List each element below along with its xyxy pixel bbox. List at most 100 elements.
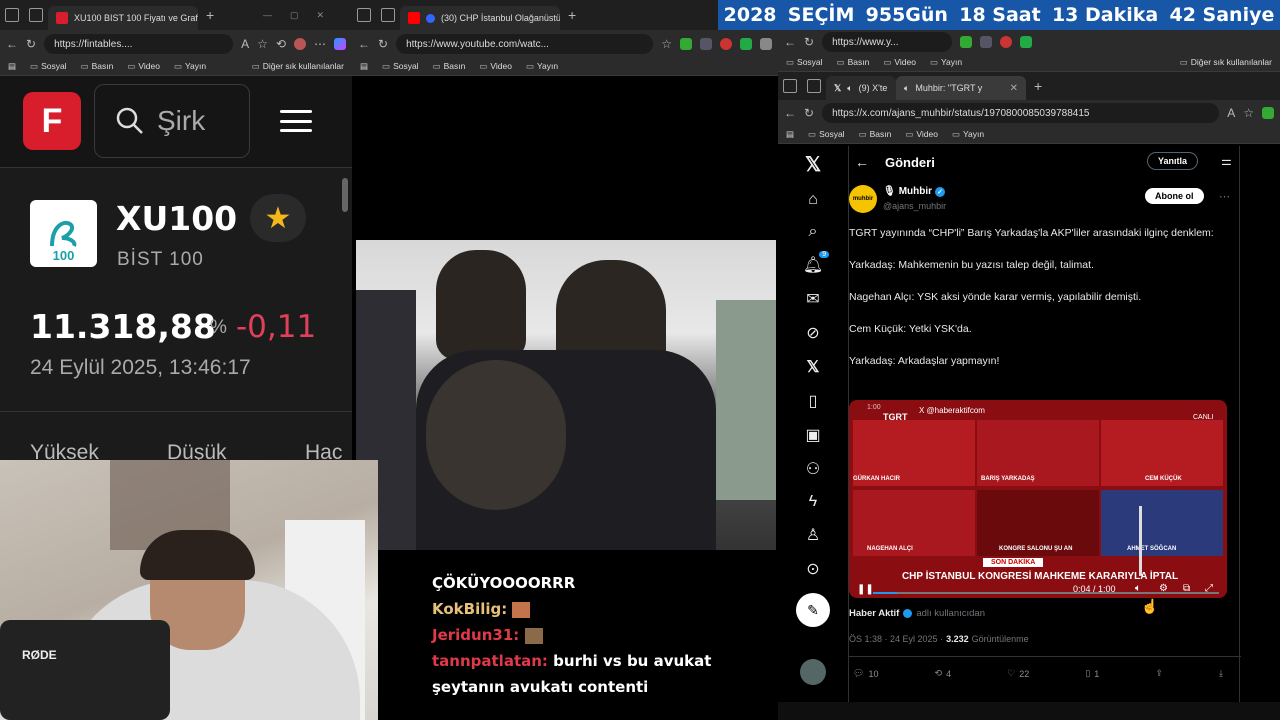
favorite-star-icon[interactable]: ☆: [257, 37, 268, 51]
notifications-bell-icon[interactable]: 🔔︎ 9: [803, 251, 830, 275]
favorite-star-icon[interactable]: ☆: [661, 37, 672, 51]
like-action[interactable]: ♡ 22: [1007, 668, 1029, 679]
pip-icon[interactable]: ⧉: [1183, 583, 1190, 594]
url-field[interactable]: https://fintables....: [44, 34, 234, 54]
bookmark-video[interactable]: Video: [479, 61, 512, 72]
tweet-timestamp[interactable]: ÖS 1:38 · 24 Eyl 2025 ·: [849, 634, 943, 644]
reply-action[interactable]: 💬︎ 10: [853, 668, 878, 679]
extensions-icon[interactable]: ⟲: [276, 37, 286, 51]
video-source[interactable]: Haber Aktif adlı kullanıcıdan: [849, 608, 985, 619]
pause-icon[interactable]: ❚❚: [857, 584, 874, 595]
new-tab-icon[interactable]: +: [206, 7, 214, 23]
search-box[interactable]: Şirk: [94, 84, 250, 158]
extension-icon[interactable]: [1262, 107, 1274, 119]
new-tab-icon[interactable]: +: [568, 7, 576, 23]
favorite-star-icon[interactable]: ★: [250, 194, 306, 242]
bookmark-sosyal[interactable]: Sosyal: [808, 129, 845, 140]
new-tab-icon[interactable]: +: [1034, 78, 1042, 94]
tab-actions-icon[interactable]: [807, 79, 821, 93]
bookmark-video[interactable]: Video: [127, 61, 160, 72]
settings-sliders-icon[interactable]: ⚌: [1221, 154, 1232, 168]
back-icon[interactable]: ←: [6, 37, 18, 51]
back-icon[interactable]: ←: [784, 35, 796, 49]
bookmark-yayin[interactable]: Yayın: [952, 129, 984, 140]
favorite-star-icon[interactable]: ☆: [1243, 106, 1254, 120]
volume-icon[interactable]: 🔈︎: [1135, 583, 1141, 594]
extension-icon-2[interactable]: [700, 38, 712, 50]
bookmark-basin[interactable]: Basın: [433, 61, 466, 72]
fintables-logo[interactable]: F: [23, 92, 81, 150]
reload-icon[interactable]: ↻: [804, 106, 814, 120]
bookmark-sosyal[interactable]: Sosyal: [786, 57, 823, 68]
tab-actions-icon[interactable]: [381, 8, 395, 22]
bookmark-other[interactable]: Diğer sık kullanılanlar: [252, 61, 344, 72]
workspaces-icon[interactable]: [783, 79, 797, 93]
jobs-briefcase-icon[interactable]: ▣: [805, 425, 820, 445]
url-field[interactable]: https://www.y...: [822, 32, 953, 52]
extension-icon-1[interactable]: [680, 38, 692, 50]
reload-icon[interactable]: ↻: [378, 37, 388, 51]
read-aloud-icon[interactable]: A: [1227, 106, 1235, 120]
bookmark-action[interactable]: ▯ 1: [1085, 668, 1099, 679]
extension-icon-3[interactable]: [720, 38, 732, 50]
workspaces-icon[interactable]: [357, 8, 371, 22]
explore-search-icon[interactable]: ⌕: [809, 223, 818, 241]
collections-icon[interactable]: ▤: [360, 61, 368, 72]
author-handle[interactable]: @ajans_muhbir: [883, 201, 946, 211]
bookmark-video[interactable]: Video: [883, 57, 916, 68]
close-tab-icon[interactable]: ✕: [1010, 83, 1018, 94]
read-aloud-icon[interactable]: A: [241, 37, 249, 51]
profile-avatar[interactable]: [294, 38, 306, 50]
x-logo-icon[interactable]: 𝕏: [805, 152, 821, 177]
url-field[interactable]: https://www.youtube.com/watc...: [396, 34, 654, 54]
more-menu-icon[interactable]: ⋯: [314, 37, 326, 51]
account-avatar[interactable]: [800, 659, 826, 685]
extension-icon-4[interactable]: [740, 38, 752, 50]
messages-envelope-icon[interactable]: ✉: [806, 289, 819, 309]
page-scrollbar[interactable]: [342, 178, 348, 212]
tab-x-home[interactable]: 𝕏 🔈︎ (9) X'te: [826, 76, 896, 100]
back-arrow-icon[interactable]: ←: [855, 154, 869, 170]
url-field[interactable]: https://x.com/ajans_muhbir/status/197080…: [822, 103, 1220, 123]
back-icon[interactable]: ←: [358, 37, 370, 51]
extension-icon-4[interactable]: [1020, 36, 1033, 48]
workspaces-icon[interactable]: [5, 8, 19, 22]
copilot-icon[interactable]: [334, 38, 346, 50]
compose-post-button[interactable]: ✎: [796, 593, 830, 627]
bookmark-sosyal[interactable]: Sosyal: [30, 61, 67, 72]
bookmark-basin[interactable]: Basın: [81, 61, 114, 72]
premium-x-icon[interactable]: 𝕏: [807, 357, 820, 377]
bookmark-basin[interactable]: Basın: [837, 57, 870, 68]
retweet-action[interactable]: ⟲ 4: [935, 668, 952, 679]
bookmarks-icon[interactable]: ▯: [809, 391, 818, 411]
youtube-video-player[interactable]: [356, 240, 776, 550]
subscribe-button[interactable]: Abone ol: [1145, 188, 1204, 204]
bookmark-yayin[interactable]: Yayın: [526, 61, 558, 72]
collections-icon[interactable]: ▤: [786, 129, 794, 140]
download-action[interactable]: ⤓: [1219, 668, 1223, 679]
more-options-icon[interactable]: ⋯: [1219, 190, 1230, 203]
bookmark-video[interactable]: Video: [905, 129, 938, 140]
more-circle-icon[interactable]: ⊙: [806, 559, 819, 579]
extension-icon-1[interactable]: [960, 36, 973, 48]
home-icon[interactable]: ⌂: [808, 191, 818, 209]
collections-icon[interactable]: ▤: [8, 61, 16, 72]
reload-icon[interactable]: ↻: [804, 35, 814, 49]
extension-icon-5[interactable]: [760, 38, 772, 50]
volume-slider[interactable]: [1139, 506, 1142, 576]
fullscreen-icon[interactable]: ⤢: [1205, 583, 1213, 594]
share-action[interactable]: ⇪: [1155, 668, 1163, 679]
bookmark-other[interactable]: Diğer sık kullanılanlar: [1180, 57, 1272, 68]
tweet-video-player[interactable]: GÜRKAN HACIR BARIŞ YARKADAŞ CEM KÜÇÜK NA…: [849, 400, 1227, 598]
author-name[interactable]: 🎙︎ Muhbir ✓: [883, 186, 946, 197]
verified-orgs-bolt-icon[interactable]: ϟ: [809, 493, 817, 511]
hamburger-menu-icon[interactable]: [280, 110, 312, 132]
bookmark-sosyal[interactable]: Sosyal: [382, 61, 419, 72]
profile-icon[interactable]: ♙: [806, 525, 820, 545]
reload-icon[interactable]: ↻: [26, 37, 36, 51]
window-controls[interactable]: —▢✕: [263, 10, 342, 21]
reply-button[interactable]: Yanıtla: [1147, 152, 1199, 170]
tab-fintables[interactable]: XU100 BIST 100 Fiyatı ve Grafi ✕: [48, 6, 198, 30]
author-avatar[interactable]: muhbir: [849, 185, 877, 213]
extension-icon-2[interactable]: [980, 36, 993, 48]
